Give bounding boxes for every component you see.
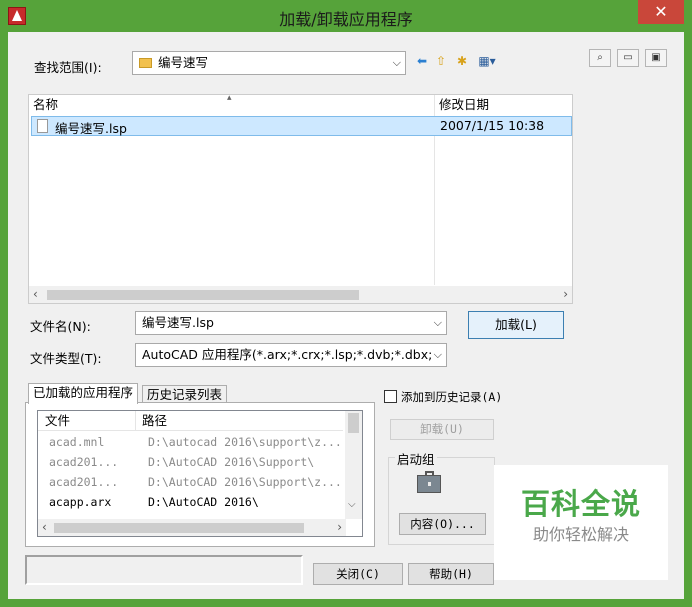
close-icon[interactable]: ✕ (638, 0, 684, 24)
new-folder-icon[interactable]: ✱ (454, 54, 470, 68)
filetype-label: 文件类型(T): (30, 351, 102, 366)
folder-options-icon[interactable]: ▭ (617, 49, 639, 67)
close-button[interactable]: 关闭(C) (313, 563, 403, 585)
scroll-right-icon[interactable]: › (337, 520, 342, 534)
app-path: D:\AutoCAD 2016\Support\z... (148, 475, 342, 489)
dialog-window: 加载/卸载应用程序 ✕ 查找范围(I): 编号速写 ⌵ ⬅ ⇧ ✱ ▦▾ ⌕ ▭… (0, 0, 692, 607)
startup-group-label: 启动组 (395, 449, 437, 468)
up-folder-icon[interactable]: ⇧ (434, 54, 448, 68)
add-location-icon[interactable]: ▣ (645, 49, 667, 67)
app-file: acapp.arx (49, 495, 112, 509)
loaded-apps-list[interactable]: 文件 路径 acad.mnl D:\autocad 2016\support\z… (37, 410, 363, 537)
chevron-down-icon[interactable]: ⌵ (431, 344, 442, 366)
lookin-value: 编号速写 (158, 55, 209, 70)
file-modified: 2007/1/15 10:38 (440, 118, 545, 133)
app-file: acad201... (49, 475, 119, 489)
file-row[interactable]: 编号速写.lsp 2007/1/15 10:38 (31, 116, 572, 136)
folder-icon (139, 58, 152, 68)
app-path: D:\AutoCAD 2016\ (148, 495, 259, 509)
column-header-modified[interactable]: 修改日期 (439, 95, 569, 115)
app-row[interactable]: acad201... D:\AutoCAD 2016\Support\z... (38, 472, 343, 492)
tab-loaded-apps[interactable]: 已加载的应用程序 (28, 383, 139, 404)
views-menu-icon[interactable]: ▦▾ (475, 54, 499, 68)
horizontal-scrollbar[interactable]: ‹ › (29, 286, 572, 303)
app-list-header: 文件 路径 (38, 411, 343, 431)
title-bar[interactable]: 加载/卸载应用程序 ✕ (0, 0, 692, 32)
scroll-thumb[interactable] (54, 523, 304, 533)
unload-button[interactable]: 卸载(U) (390, 419, 494, 440)
sort-ascending-icon: ▴ (227, 93, 232, 103)
app-row[interactable]: acapp.arx D:\AutoCAD 2016\ (38, 492, 343, 512)
find-icon[interactable]: ⌕ (589, 49, 611, 67)
lookin-label: 查找范围(I): (34, 60, 102, 75)
file-name: 编号速写.lsp (55, 121, 127, 136)
app-path: D:\autocad 2016\support\z... (148, 435, 342, 449)
scroll-thumb[interactable] (47, 290, 359, 300)
filetype-value: AutoCAD 应用程序(*.arx;*.crx;*.lsp;*.dvb;*.d… (142, 347, 433, 362)
briefcase-icon (417, 471, 441, 493)
scroll-left-icon[interactable]: ‹ (33, 287, 38, 301)
lookin-dropdown[interactable]: 编号速写 ⌵ (132, 51, 406, 75)
filename-label: 文件名(N): (30, 319, 91, 334)
app-path: D:\AutoCAD 2016\Support\ (148, 455, 315, 469)
column-header-file[interactable]: 文件 (45, 411, 70, 431)
watermark-subtitle: 助你轻松解决 (532, 525, 629, 544)
contents-button[interactable]: 内容(O)... (399, 513, 486, 535)
column-header-path[interactable]: 路径 (142, 411, 167, 431)
scroll-right-icon[interactable]: › (563, 287, 568, 301)
back-icon[interactable]: ⬅ (415, 54, 429, 68)
chevron-down-icon[interactable]: ⌵ (434, 312, 442, 334)
loaded-apps-panel: 文件 路径 acad.mnl D:\autocad 2016\support\z… (25, 402, 375, 547)
app-row[interactable]: acad.mnl D:\autocad 2016\support\z... (38, 432, 343, 452)
scroll-down-icon[interactable]: ⌵ (348, 499, 356, 510)
add-to-history-checkbox[interactable] (384, 390, 397, 403)
filetype-dropdown[interactable]: AutoCAD 应用程序(*.arx;*.crx;*.lsp;*.dvb;*.d… (135, 343, 447, 367)
status-box (25, 555, 303, 585)
scroll-thumb[interactable] (348, 413, 359, 433)
column-divider (135, 411, 136, 431)
help-button[interactable]: 帮助(H) (408, 563, 494, 585)
lisp-file-icon (37, 119, 48, 133)
app-file: acad201... (49, 455, 119, 469)
filename-value: 编号速写.lsp (142, 315, 214, 330)
app-row[interactable]: acad201... D:\AutoCAD 2016\Support\ (38, 452, 343, 472)
horizontal-scrollbar[interactable]: ‹ › (38, 519, 346, 536)
column-header-name[interactable]: 名称 (33, 95, 433, 115)
scroll-left-icon[interactable]: ‹ (42, 520, 47, 534)
filename-input[interactable]: 编号速写.lsp ⌵ (135, 311, 447, 335)
file-list[interactable]: 名称 ▴ 修改日期 编号速写.lsp 2007/1/15 10:38 ‹ › (28, 93, 573, 304)
load-button[interactable]: 加载(L) (468, 311, 564, 339)
app-file: acad.mnl (49, 435, 105, 449)
dialog-title: 加载/卸载应用程序 (279, 10, 413, 29)
chevron-down-icon[interactable]: ⌵ (393, 52, 401, 74)
watermark-title: 百科全说 (520, 487, 641, 521)
add-to-history-label: 添加到历史记录(A) (401, 390, 503, 404)
watermark: 百科全说 助你轻松解决 (494, 465, 668, 580)
vertical-scrollbar[interactable]: ⌵ (345, 411, 362, 519)
startup-group: 启动组 内容(O)... (388, 449, 495, 545)
